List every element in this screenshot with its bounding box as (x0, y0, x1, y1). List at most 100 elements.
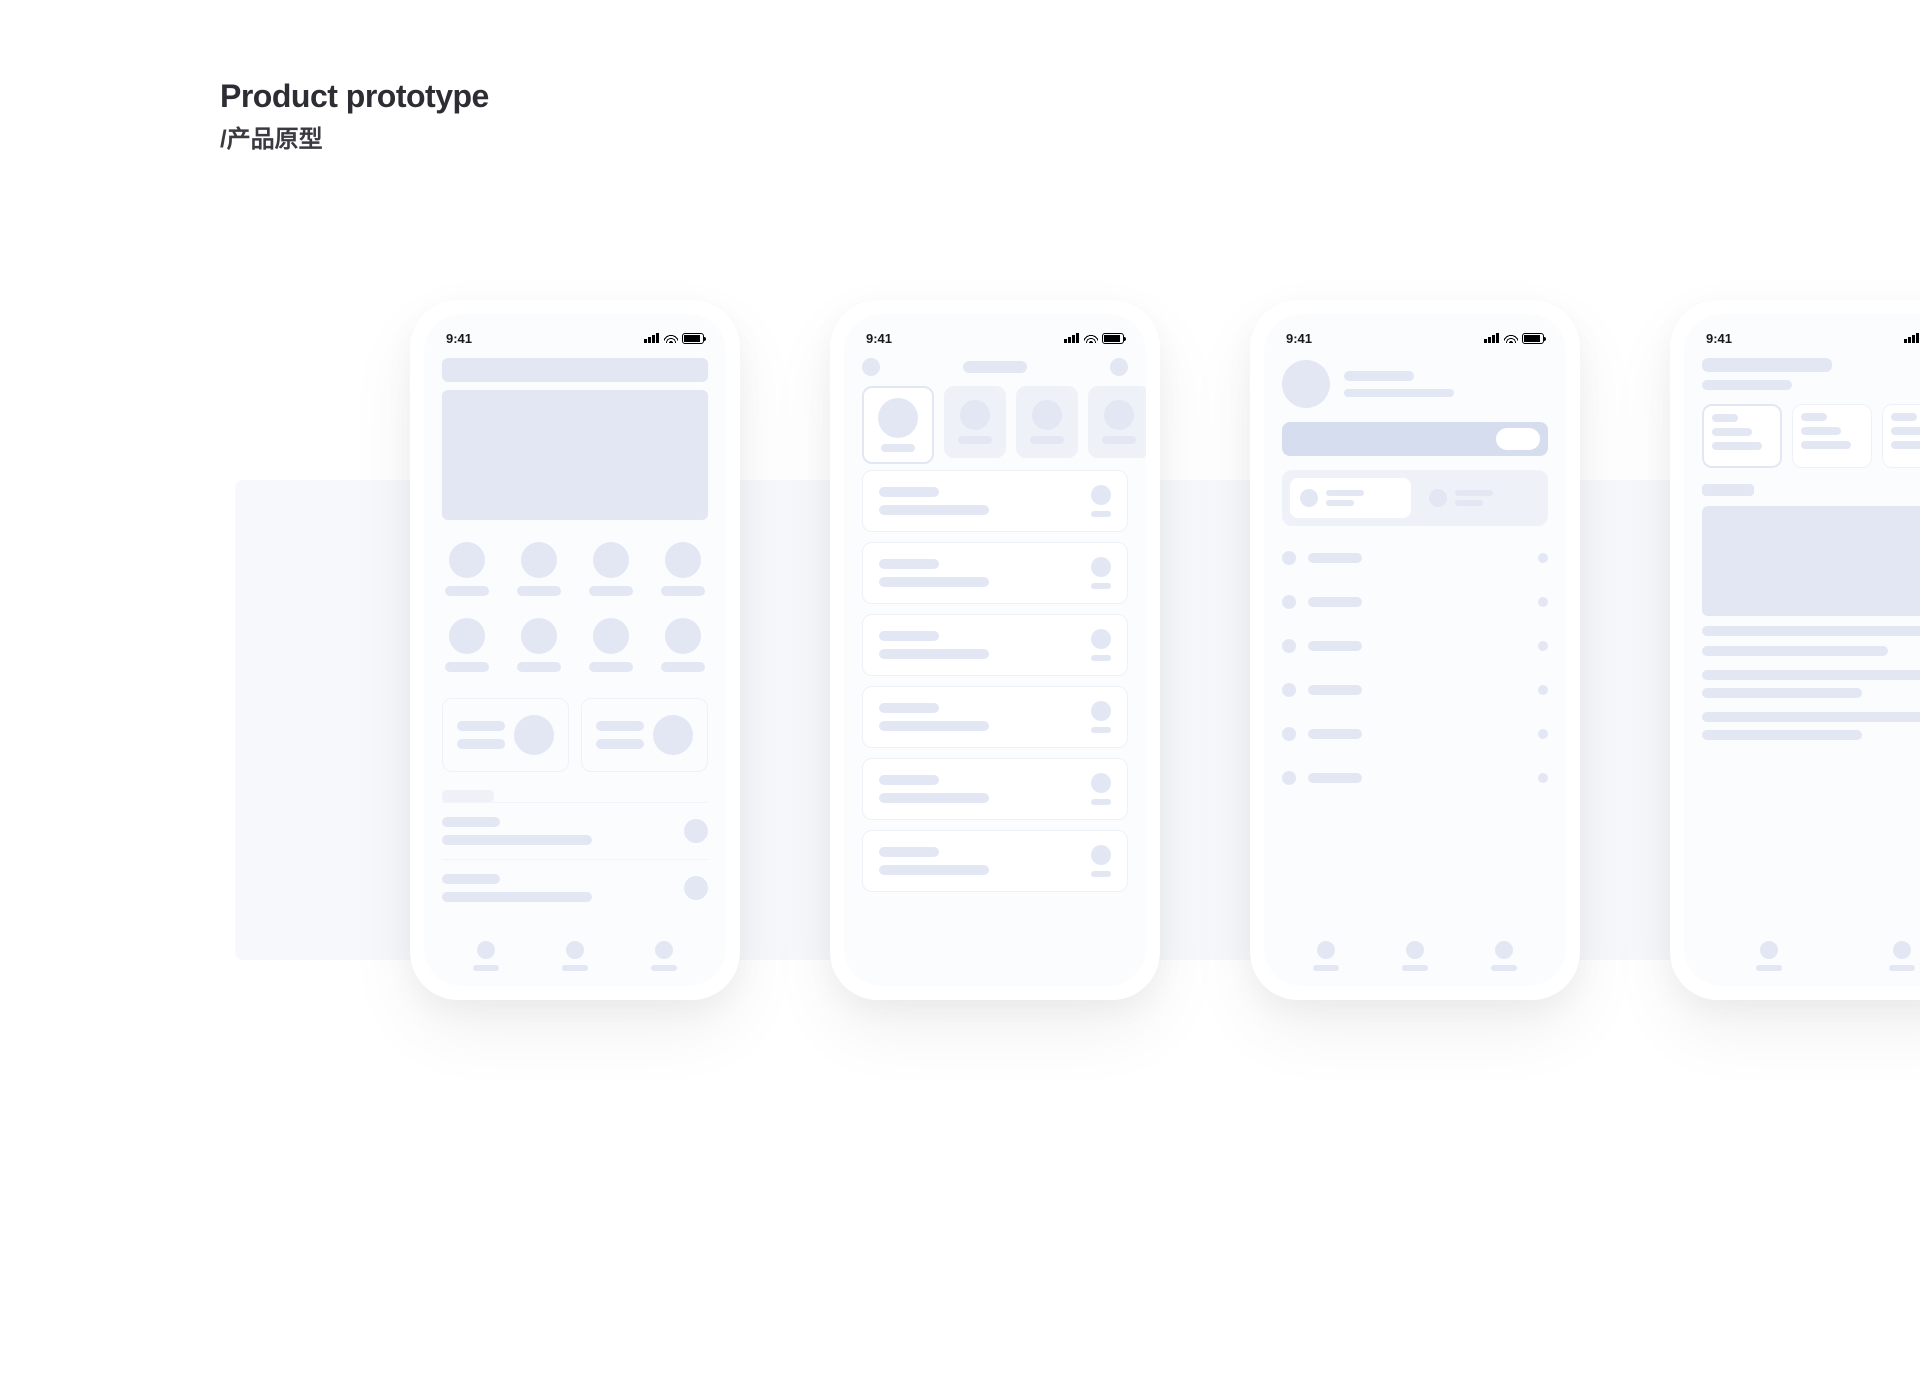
tab-item[interactable] (562, 941, 588, 971)
grid-item[interactable] (658, 618, 708, 672)
list-item[interactable] (862, 758, 1128, 820)
tab-label (1491, 965, 1517, 971)
phone-mockup-2: 9:41 (830, 300, 1160, 1000)
tab-icon (1893, 941, 1911, 959)
nav-title-placeholder (963, 361, 1027, 373)
status-time: 9:41 (866, 331, 892, 346)
list-item[interactable] (862, 686, 1128, 748)
segment-tab[interactable] (1419, 478, 1540, 518)
list-item[interactable] (862, 830, 1128, 892)
story-item[interactable] (1016, 386, 1078, 458)
grid-item[interactable] (586, 618, 636, 672)
list-item[interactable] (862, 470, 1128, 532)
tab-item[interactable] (1491, 941, 1517, 971)
grid-item-icon (665, 542, 701, 578)
chevron-right-icon (1538, 685, 1548, 695)
banner-action-button[interactable] (1496, 428, 1540, 450)
row-title-placeholder (442, 874, 500, 884)
story-item[interactable] (1088, 386, 1146, 458)
tab-bar (1282, 936, 1548, 976)
heading-subtitle: /产品原型 (220, 119, 489, 154)
promo-banner[interactable] (1282, 422, 1548, 456)
menu-item-label (1308, 641, 1362, 651)
grid-item-label (589, 662, 633, 672)
tab-item[interactable] (651, 941, 677, 971)
tab-item[interactable] (1756, 941, 1782, 971)
tab-item[interactable] (1313, 941, 1339, 971)
mockup-stage: 9:41 (0, 280, 1920, 1060)
wifi-icon (1084, 333, 1098, 343)
text-line (1702, 670, 1920, 680)
story-item-active[interactable] (862, 386, 934, 464)
stories-row[interactable] (844, 376, 1146, 464)
nav-left-icon[interactable] (862, 358, 880, 376)
menu-item[interactable] (1282, 756, 1548, 800)
battery-icon (1522, 333, 1544, 344)
menu-item-label (1308, 685, 1362, 695)
profile-meta-placeholder (1344, 389, 1454, 397)
tab-bar (442, 936, 708, 976)
menu-item[interactable] (1282, 712, 1548, 756)
list-item[interactable] (862, 614, 1128, 676)
nav-right-icon[interactable] (1110, 358, 1128, 376)
chip-line (1801, 427, 1841, 435)
story-label (1102, 436, 1136, 444)
story-item[interactable] (944, 386, 1006, 458)
chip-line (1712, 442, 1762, 450)
item-side-label (1091, 583, 1111, 589)
text-line (1702, 712, 1920, 722)
grid-item[interactable] (514, 542, 564, 596)
status-icons (1484, 333, 1544, 344)
list-item[interactable] (862, 542, 1128, 604)
item-side-label (1091, 871, 1111, 877)
page-heading: Product prototype /产品原型 (220, 78, 489, 154)
hero-image-placeholder[interactable] (442, 390, 708, 520)
grid-item[interactable] (658, 542, 708, 596)
grid-item-label (589, 586, 633, 596)
status-icons (644, 333, 704, 344)
menu-item[interactable] (1282, 580, 1548, 624)
list-row[interactable] (442, 802, 708, 859)
chevron-right-icon (1538, 773, 1548, 783)
grid-item-icon (521, 618, 557, 654)
status-icons (1904, 333, 1920, 344)
chip-card[interactable] (1882, 404, 1920, 468)
chip-row[interactable] (1684, 390, 1920, 468)
menu-item[interactable] (1282, 536, 1548, 580)
grid-item[interactable] (442, 618, 492, 672)
feature-card[interactable] (581, 698, 708, 772)
tab-label (1756, 965, 1782, 971)
grid-item[interactable] (586, 542, 636, 596)
list-row[interactable] (442, 859, 708, 916)
story-avatar-icon (960, 400, 990, 430)
row-avatar-icon (684, 876, 708, 900)
chip-card-active[interactable] (1702, 404, 1782, 468)
grid-item-icon (449, 618, 485, 654)
story-avatar-icon (1032, 400, 1062, 430)
tab-item[interactable] (1402, 941, 1428, 971)
story-avatar-icon (1104, 400, 1134, 430)
profile-header[interactable] (1264, 350, 1566, 408)
story-label (1030, 436, 1064, 444)
chip-card[interactable] (1792, 404, 1872, 468)
segment-tab-active[interactable] (1290, 478, 1411, 518)
tab-item[interactable] (473, 941, 499, 971)
grid-item-label (661, 662, 705, 672)
item-side-icon (1091, 773, 1111, 793)
tab-label (562, 965, 588, 971)
tab-item[interactable] (1889, 941, 1915, 971)
text-line (1702, 626, 1920, 636)
grid-item-icon (449, 542, 485, 578)
feature-card[interactable] (442, 698, 569, 772)
grid-item[interactable] (514, 618, 564, 672)
grid-item[interactable] (442, 542, 492, 596)
menu-item[interactable] (1282, 668, 1548, 712)
menu-item[interactable] (1282, 624, 1548, 668)
section-label-placeholder (442, 790, 494, 802)
item-subtitle-placeholder (879, 577, 989, 587)
story-label (881, 444, 915, 452)
detail-subtitle-placeholder (1702, 380, 1792, 390)
detail-image-placeholder[interactable] (1702, 506, 1920, 616)
row-avatar-icon (684, 819, 708, 843)
tab-label (651, 965, 677, 971)
